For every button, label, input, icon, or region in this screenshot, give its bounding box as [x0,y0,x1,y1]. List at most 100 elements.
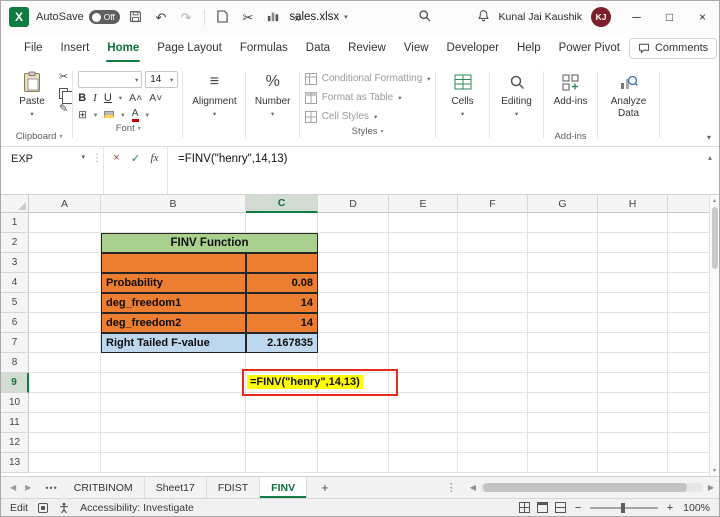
cell[interactable] [101,213,246,233]
cell[interactable] [598,433,668,453]
table-cell[interactable] [246,253,318,273]
autosave-toggle[interactable]: AutoSave Off [36,10,120,24]
cell[interactable] [528,253,598,273]
table-value-cell[interactable]: 0.08 [246,273,318,293]
zoom-slider-thumb[interactable] [621,502,625,513]
row-header-12[interactable]: 12 [1,433,29,453]
cell[interactable] [668,353,711,373]
cell[interactable] [318,253,389,273]
horizontal-scroll-thumb[interactable] [482,483,687,492]
cell[interactable] [668,233,711,253]
number-button[interactable]: % Number ▾ [251,66,295,118]
chart-icon[interactable] [264,10,282,24]
row-header-9[interactable]: 9 [1,373,29,393]
row-header-4[interactable]: 4 [1,273,29,293]
format-as-table-button[interactable]: Format as Table ▾ [304,89,431,106]
enter-entry-button[interactable]: ✓ [127,152,144,194]
zoom-in-button[interactable]: + [665,502,675,514]
cell[interactable] [101,353,246,373]
table-label-cell[interactable]: Right Tailed F-value [101,333,246,353]
cell[interactable] [528,413,598,433]
tab-data[interactable]: Data [297,33,339,63]
cell[interactable] [246,453,318,473]
cut-icon[interactable]: ✂ [59,72,68,83]
page-break-view-icon[interactable] [555,502,566,513]
maximize-button[interactable]: □ [653,1,686,33]
cell[interactable] [598,393,668,413]
cell[interactable] [389,313,458,333]
cell[interactable] [29,433,101,453]
sheet-tab-fdist[interactable]: FDIST [207,477,261,498]
hscroll-left-icon[interactable]: ◀ [470,483,476,492]
cell[interactable] [318,333,389,353]
cell[interactable] [598,413,668,433]
font-color-icon[interactable]: A [131,108,139,122]
decrease-font-icon[interactable]: A˅ [149,92,162,104]
select-all-corner[interactable] [1,195,29,213]
cell[interactable] [29,253,101,273]
tab-page-layout[interactable]: Page Layout [148,33,231,63]
cell[interactable] [528,453,598,473]
cell[interactable] [246,433,318,453]
cell[interactable] [528,273,598,293]
cell[interactable] [389,433,458,453]
cell[interactable] [389,233,458,253]
dialog-launcher-icon[interactable]: ▾ [59,133,62,140]
notification-icon[interactable] [477,9,490,25]
scroll-down-icon[interactable]: ▾ [713,467,716,474]
cell[interactable] [389,273,458,293]
copy-icon[interactable] [59,88,74,104]
page-layout-view-icon[interactable] [537,502,548,513]
cell[interactable] [29,373,101,393]
cell[interactable] [389,453,458,473]
autosave-switch[interactable]: Off [88,10,120,24]
cell[interactable] [528,353,598,373]
cell[interactable] [598,293,668,313]
table-label-cell[interactable]: Probability [101,273,246,293]
cell[interactable] [101,453,246,473]
cell[interactable] [246,213,318,233]
tab-power-pivot[interactable]: Power Pivot [550,33,629,63]
comments-button[interactable]: Comments [628,37,718,59]
cell[interactable] [458,373,528,393]
cell[interactable] [598,233,668,253]
cell[interactable] [668,413,711,433]
table-cell[interactable] [101,253,246,273]
cut-icon[interactable]: ✂ [239,11,257,24]
fill-color-icon[interactable] [104,111,115,119]
collapse-ribbon-icon[interactable]: ▾ [707,133,711,142]
cell[interactable] [389,373,458,393]
italic-button[interactable]: I [93,92,97,104]
conditional-formatting-button[interactable]: Conditional Formatting ▾ [304,70,431,87]
zoom-slider[interactable] [590,502,658,513]
cell[interactable] [668,393,711,413]
cancel-entry-button[interactable]: × [108,152,125,194]
cell[interactable] [458,253,528,273]
addins-button[interactable]: Add-ins [549,66,593,108]
table-value-cell[interactable]: 14 [246,313,318,333]
cell[interactable] [598,273,668,293]
insert-function-button[interactable]: fx [146,152,163,194]
row-header-6[interactable]: 6 [1,313,29,333]
cell[interactable] [598,453,668,473]
overflow-icon[interactable]: » [289,11,307,24]
cell[interactable] [668,373,711,393]
collapse-formula-bar-icon[interactable]: ▴ [708,153,712,162]
row-header-8[interactable]: 8 [1,353,29,373]
zoom-out-button[interactable]: − [573,502,583,514]
tab-help[interactable]: Help [508,33,550,63]
row-header-2[interactable]: 2 [1,233,29,253]
column-header-f[interactable]: F [458,195,528,213]
user-name[interactable]: Kunal Jai Kaushik [499,11,582,23]
table-label-cell[interactable]: deg_freedom2 [101,313,246,333]
tab-file[interactable]: File [15,33,52,63]
dialog-launcher-icon[interactable]: ▾ [138,125,141,132]
cell[interactable] [528,333,598,353]
row-header-13[interactable]: 13 [1,453,29,473]
cell[interactable] [29,393,101,413]
cell[interactable] [389,213,458,233]
cell[interactable] [528,293,598,313]
cell[interactable] [598,333,668,353]
cell[interactable] [318,313,389,333]
vertical-scroll-thumb[interactable] [711,207,718,269]
